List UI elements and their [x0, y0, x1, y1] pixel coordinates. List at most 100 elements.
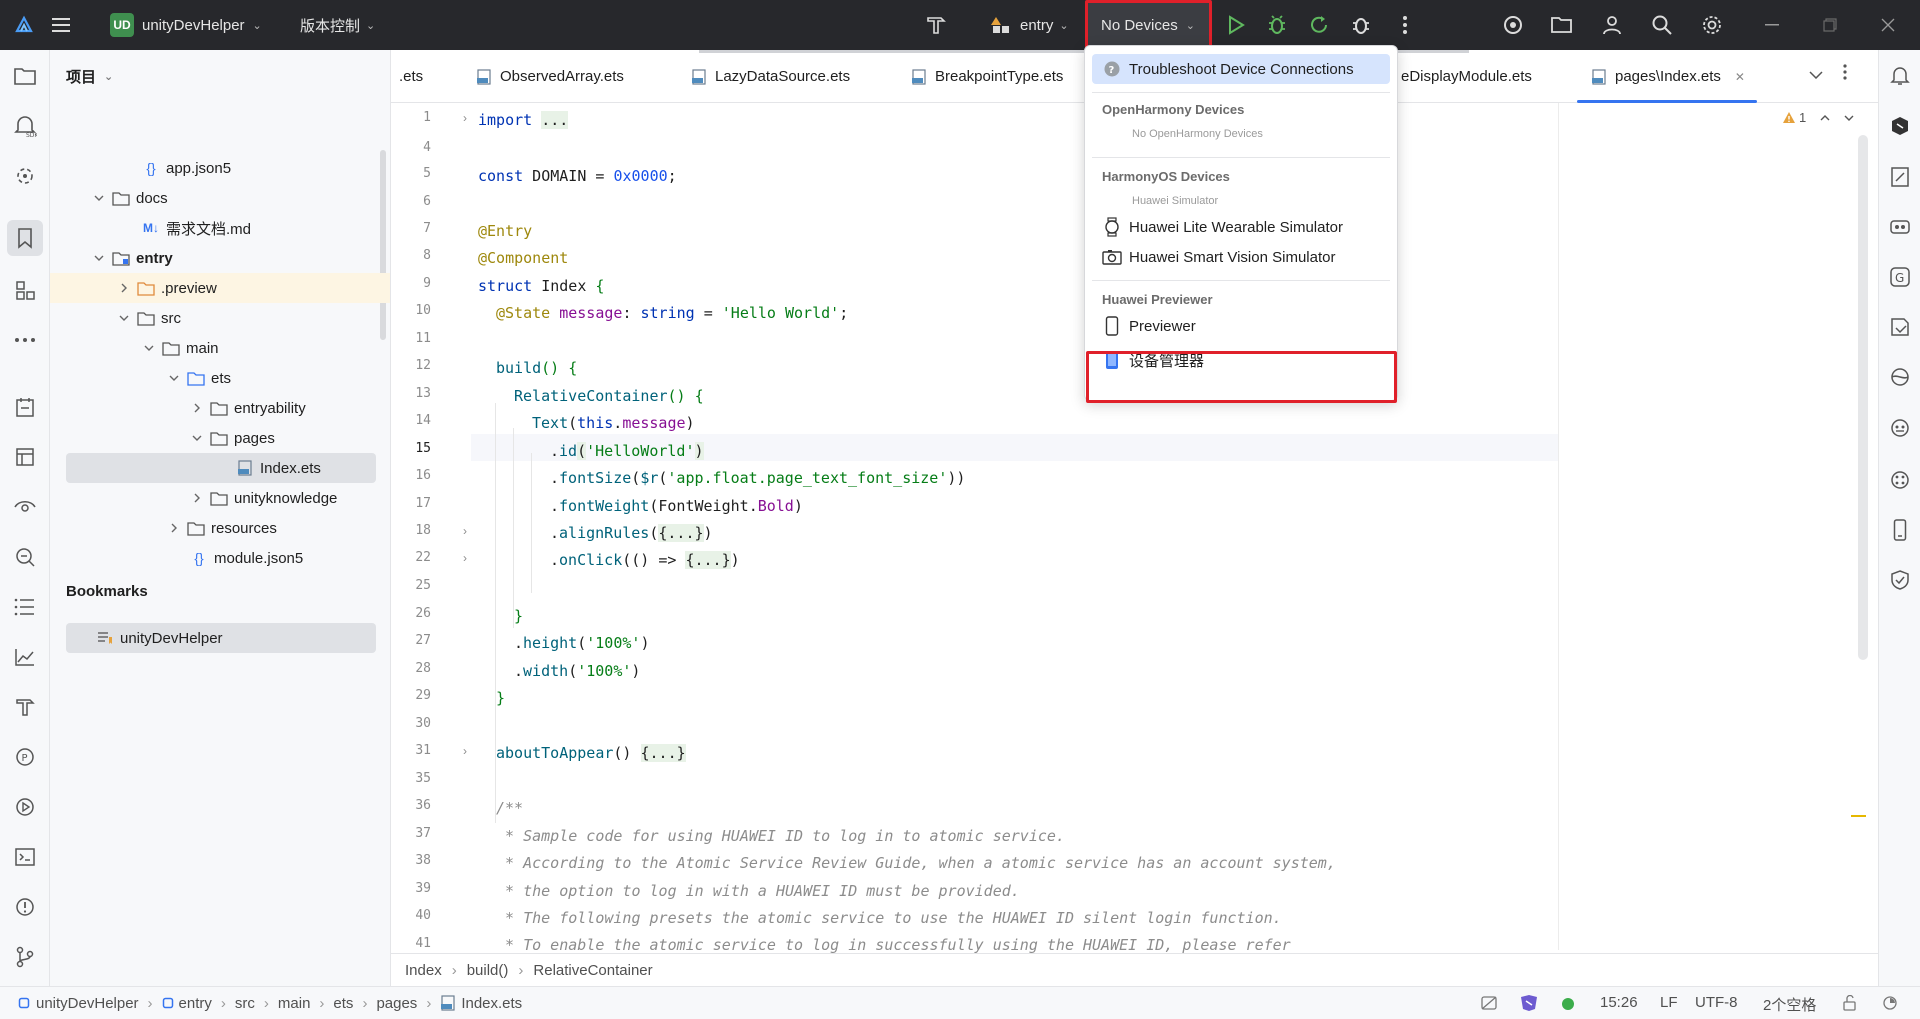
project-panel-header[interactable]: 项目 ⌄	[66, 66, 113, 87]
tree-item[interactable]: ets	[50, 363, 390, 393]
tab-observedarray[interactable]: ObservedArray.ets	[476, 50, 624, 103]
tabs-overflow-chevron-icon[interactable]	[1809, 66, 1829, 86]
wearable-simulator-item[interactable]: Huawei Lite Wearable Simulator	[1092, 212, 1390, 242]
commit-icon[interactable]	[13, 164, 37, 188]
problems-alert-icon[interactable]	[13, 895, 37, 919]
line-separator[interactable]: LF	[1660, 994, 1678, 1011]
status-path-item[interactable]: ets	[333, 995, 353, 1012]
window-minimize-icon[interactable]	[1760, 13, 1784, 37]
status-path-item[interactable]: pages	[376, 995, 417, 1012]
module-selector[interactable]: entry ⌄	[990, 0, 1069, 50]
window-restore-icon[interactable]	[1818, 13, 1842, 37]
profiler-eye-icon[interactable]	[13, 495, 37, 519]
tab-breakpointtype[interactable]: BreakpointType.ets	[911, 50, 1063, 103]
problems-p-icon[interactable]: P	[13, 745, 37, 769]
debug-icon[interactable]	[1265, 13, 1289, 37]
chevron-down-icon[interactable]	[92, 251, 106, 265]
bookmarks-icon[interactable]	[7, 220, 43, 256]
git-branch-icon[interactable]	[13, 945, 37, 969]
settings-gear-icon[interactable]	[1700, 13, 1724, 37]
codegenie-icon[interactable]	[1888, 114, 1912, 138]
tree-item[interactable]: {} app.json5	[50, 153, 390, 183]
device-file-icon[interactable]	[1888, 315, 1912, 339]
structure-icon[interactable]	[13, 278, 37, 302]
terminal-icon[interactable]	[13, 845, 37, 869]
build-tool-icon[interactable]	[13, 695, 37, 719]
fold-marker-icon[interactable]: ›	[463, 552, 473, 564]
bookmark-item[interactable]: unityDevHelper	[66, 623, 376, 653]
layout-inspector-icon[interactable]	[1888, 215, 1912, 239]
tree-item[interactable]: resources	[50, 513, 390, 543]
status-path-item[interactable]: entry	[179, 995, 212, 1012]
device-target-icon[interactable]	[1501, 13, 1525, 37]
memory-indicator-icon[interactable]	[1882, 995, 1898, 1015]
folder-sync-icon[interactable]	[1550, 13, 1574, 37]
device-phone-icon[interactable]	[1888, 518, 1912, 542]
tree-item[interactable]: entry	[50, 243, 390, 273]
tree-item[interactable]: entryability	[50, 393, 390, 423]
window-close-icon[interactable]	[1876, 13, 1900, 37]
troubleshoot-item[interactable]: ? Troubleshoot Device Connections	[1092, 54, 1390, 84]
more-actions-icon[interactable]	[1393, 13, 1417, 37]
tabs-more-icon[interactable]	[1843, 64, 1853, 84]
chevron-down-icon[interactable]	[117, 311, 131, 325]
tree-item[interactable]: {} module.json5	[50, 543, 390, 573]
chevron-right-icon[interactable]	[190, 491, 204, 505]
unlock-icon[interactable]	[1842, 994, 1858, 1015]
breadcrumb-item[interactable]: build()	[467, 962, 509, 979]
robot-icon[interactable]	[1888, 415, 1912, 439]
vcs-menu[interactable]: 版本控制 ⌄	[300, 0, 375, 50]
tab-ets[interactable]: .ets	[399, 50, 423, 103]
attach-debugger-icon[interactable]	[1349, 13, 1373, 37]
inspect-icon[interactable]	[13, 545, 37, 569]
search-icon[interactable]	[1650, 13, 1674, 37]
previewer-panel-icon[interactable]	[1888, 165, 1912, 189]
status-path-item[interactable]: Index.ets	[461, 995, 522, 1012]
editor-scrollbar[interactable]	[1858, 135, 1868, 660]
sdk-bell-icon[interactable]: SDK	[13, 114, 37, 138]
chevron-down-icon[interactable]	[167, 371, 181, 385]
chevron-down-icon[interactable]	[1844, 115, 1854, 121]
fold-marker-icon[interactable]: ›	[463, 525, 473, 537]
chevron-up-icon[interactable]	[1820, 114, 1830, 121]
more-tools-icon[interactable]	[13, 328, 37, 352]
tree-item[interactable]: .preview	[50, 273, 390, 303]
todo-icon[interactable]	[13, 395, 37, 419]
fold-marker-icon[interactable]: ›	[463, 745, 473, 757]
indent-setting[interactable]: 2个空格	[1763, 994, 1816, 1015]
cursor-position[interactable]: 15:26	[1600, 994, 1638, 1011]
ai-assistant-icon[interactable]	[1519, 994, 1539, 1016]
apply-changes-icon[interactable]	[1307, 13, 1331, 37]
build-hammer-icon[interactable]	[924, 13, 948, 37]
tab-displaymodule[interactable]: eDisplayModule.ets	[1401, 50, 1532, 103]
tree-item[interactable]: pages	[50, 423, 390, 453]
vision-simulator-item[interactable]: Huawei Smart Vision Simulator	[1092, 242, 1390, 272]
chevron-right-icon[interactable]	[167, 521, 181, 535]
no-tracking-icon[interactable]	[1480, 995, 1498, 1015]
logs-list-icon[interactable]	[13, 595, 37, 619]
tree-item[interactable]: M↓ 需求文档.md	[50, 213, 390, 243]
gradle-g-icon[interactable]: G	[1888, 265, 1912, 289]
status-path-item[interactable]: src	[235, 995, 255, 1012]
warning-stripe-marker[interactable]	[1851, 815, 1866, 817]
fold-marker-icon[interactable]: ›	[463, 112, 473, 124]
status-path-item[interactable]: main	[278, 995, 311, 1012]
main-menu-icon[interactable]	[50, 13, 74, 37]
app-logo-icon[interactable]	[12, 13, 36, 37]
notifications-bell-icon[interactable]	[1888, 64, 1912, 88]
breadcrumb-item[interactable]: Index	[405, 962, 442, 979]
globe-icon[interactable]	[1888, 365, 1912, 389]
tree-item[interactable]: docs	[50, 183, 390, 213]
status-path-item[interactable]: unityDevHelper	[36, 995, 139, 1012]
chevron-down-icon[interactable]	[92, 191, 106, 205]
tree-item[interactable]: src	[50, 303, 390, 333]
tree-item[interactable]: unityknowledge	[50, 483, 390, 513]
layout-icon[interactable]	[13, 445, 37, 469]
status-ok-dot[interactable]	[1562, 998, 1574, 1010]
inspection-widget[interactable]: 1	[1782, 110, 1854, 125]
chevron-right-icon[interactable]	[190, 401, 204, 415]
account-icon[interactable]	[1600, 13, 1624, 37]
project-switcher[interactable]: UD unityDevHelper ⌄	[110, 0, 262, 50]
tab-index[interactable]: pages\Index.ets ✕	[1591, 50, 1751, 103]
tree-item[interactable]: main	[50, 333, 390, 363]
